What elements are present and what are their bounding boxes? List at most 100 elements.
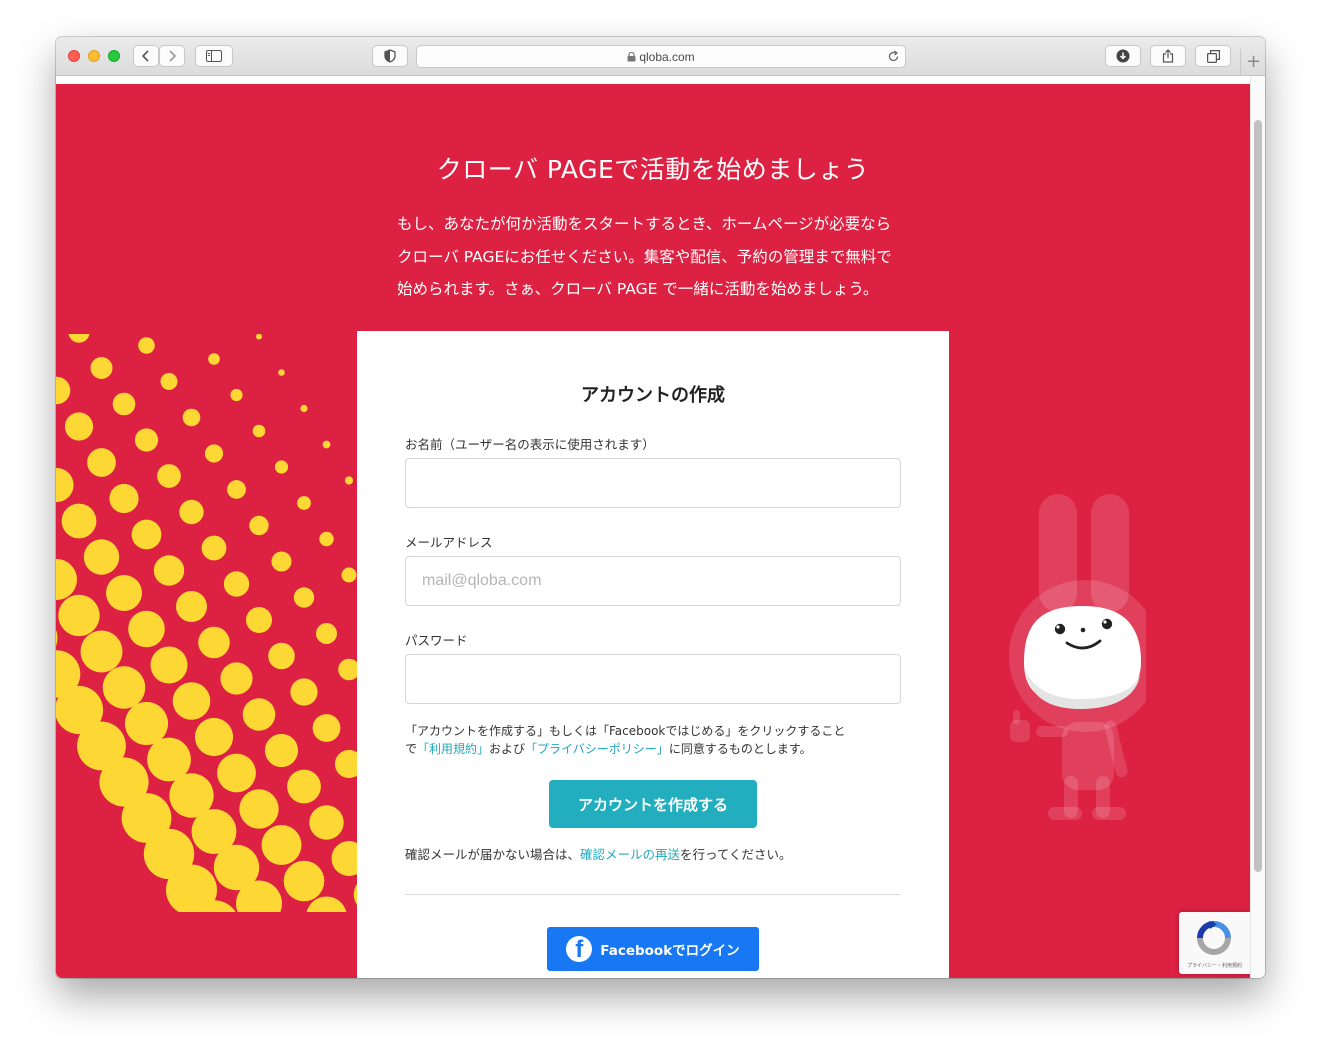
pattern-dot <box>134 428 159 452</box>
pattern-dot <box>319 531 334 547</box>
divider <box>405 894 901 895</box>
pattern-dot <box>56 467 74 503</box>
privacy-policy-link[interactable]: 「プライバシーポリシー」 <box>525 742 669 756</box>
pattern-dot <box>83 539 120 575</box>
url-text: qloba.com <box>639 50 695 64</box>
terms-line1: 「アカウントを作成する」もしくは「Facebookではじめる」をクリックすること <box>405 724 846 738</box>
pattern-dot <box>239 789 279 829</box>
pattern-dot <box>278 369 285 376</box>
new-tab-button[interactable]: + <box>1240 49 1265 75</box>
pattern-dot <box>112 392 136 416</box>
pattern-dot <box>201 535 227 561</box>
pattern-dot <box>128 610 165 648</box>
pattern-dot <box>300 404 308 413</box>
recaptcha-icon <box>1197 921 1231 955</box>
pattern-dot <box>293 587 315 608</box>
pattern-dot <box>344 476 354 485</box>
downloads-button[interactable] <box>1105 45 1141 67</box>
rabbit-mascot-illustration <box>1009 494 1146 820</box>
pattern-dot <box>287 769 321 804</box>
tab-overview-button[interactable] <box>1195 45 1231 67</box>
pattern-dot <box>290 678 318 706</box>
pattern-dot <box>87 448 116 477</box>
pattern-dot <box>56 376 71 405</box>
plus-icon: + <box>1245 51 1262 72</box>
pattern-dot <box>331 841 357 876</box>
terms-suffix: に同意するものとします。 <box>668 742 812 756</box>
signup-card-title: アカウントの作成 <box>581 385 725 406</box>
pattern-dot <box>312 714 341 742</box>
hero-section: クローバ PAGEで活動を始めましょう もし、あなたが何か活動をスタートするとき… <box>56 84 1250 978</box>
chevron-left-icon <box>141 50 149 62</box>
privacy-report-button[interactable] <box>372 45 408 67</box>
yellow-dots-pattern <box>56 334 357 912</box>
recaptcha-badge[interactable]: プライバシー・利用規約 <box>1179 912 1250 974</box>
pattern-dot <box>271 551 292 572</box>
resend-confirmation-link[interactable]: 確認メールの再送 <box>580 847 680 862</box>
terms-prefix: で <box>405 742 418 756</box>
pattern-dot <box>274 460 289 474</box>
page-scrollbar[interactable] <box>1250 76 1265 978</box>
pattern-dot <box>179 499 204 525</box>
zoom-window-button[interactable] <box>108 50 120 62</box>
pattern-dot <box>102 666 146 709</box>
sidebar-button[interactable] <box>195 45 233 67</box>
name-field-label: お名前（ユーザー名の表示に使用されます） <box>405 437 655 452</box>
resend-prefix: 確認メールが届かない場合は、 <box>405 847 581 862</box>
facebook-login-button[interactable]: f Facebookでログイン <box>547 927 759 971</box>
pattern-dot <box>131 519 162 550</box>
pattern-dot <box>338 658 357 681</box>
pattern-dot <box>150 646 188 684</box>
pattern-dot <box>56 559 77 600</box>
pattern-dot <box>90 357 113 379</box>
pattern-dot <box>268 642 295 670</box>
terms-of-service-link[interactable]: 「利用規約」 <box>417 742 489 756</box>
recaptcha-footer: プライバシー・利用規約 <box>1187 963 1242 969</box>
browser-window: qloba.com + クローバ PAGEで活動を始めましょう もし、あなたが何… <box>56 37 1265 978</box>
reload-icon[interactable] <box>887 50 900 63</box>
chevron-right-icon <box>169 50 177 62</box>
pattern-dot <box>138 337 155 354</box>
resend-notice: 確認メールが届かない場合は、確認メールの再送を行ってください。 <box>405 844 792 863</box>
pattern-dot <box>220 662 253 695</box>
back-button[interactable] <box>133 45 159 67</box>
pattern-dot <box>283 860 325 902</box>
pattern-dot <box>341 567 357 583</box>
pattern-dot <box>208 353 220 365</box>
pattern-dot <box>109 483 139 514</box>
browser-toolbar: qloba.com + <box>56 37 1265 76</box>
pattern-dot <box>124 701 169 746</box>
pattern-dot <box>322 440 331 449</box>
share-icon <box>1162 49 1174 63</box>
tabs-icon <box>1206 49 1220 63</box>
pattern-dot <box>246 607 272 633</box>
pattern-dot <box>182 408 201 427</box>
name-input[interactable] <box>405 458 901 508</box>
scrollbar-thumb[interactable] <box>1254 120 1262 872</box>
email-input[interactable] <box>405 556 901 606</box>
pattern-dot <box>58 594 100 637</box>
forward-button[interactable] <box>159 45 185 67</box>
close-window-button[interactable] <box>68 50 80 62</box>
pattern-dot <box>61 503 97 539</box>
pattern-dot <box>198 626 230 659</box>
hero-description: もし、あなたが何か活動をスタートするとき、ホームページが必要なら クローバ PA… <box>397 208 917 306</box>
create-account-button[interactable]: アカウントを作成する <box>549 780 757 828</box>
sidebar-icon <box>206 50 222 62</box>
share-button[interactable] <box>1150 45 1186 67</box>
pattern-dot <box>242 698 276 731</box>
address-bar[interactable]: qloba.com <box>416 45 906 68</box>
pattern-dot <box>256 334 262 340</box>
hero-description-line: クローバ PAGEにお任せください。集客や配信、予約の管理まで無料で <box>397 247 892 266</box>
pattern-dot <box>157 464 181 488</box>
password-input[interactable] <box>405 654 901 704</box>
pattern-dot <box>227 480 246 499</box>
lock-icon <box>627 51 636 62</box>
minimize-window-button[interactable] <box>88 50 100 62</box>
terms-notice: 「アカウントを作成する」もしくは「Facebookではじめる」をクリックすること… <box>405 722 905 758</box>
pattern-dot <box>106 575 142 611</box>
page-viewport: クローバ PAGEで活動を始めましょう もし、あなたが何か活動をスタートするとき… <box>56 76 1265 978</box>
pattern-dot <box>217 753 256 793</box>
password-field-label: パスワード <box>405 633 468 648</box>
facebook-icon: f <box>566 936 593 962</box>
